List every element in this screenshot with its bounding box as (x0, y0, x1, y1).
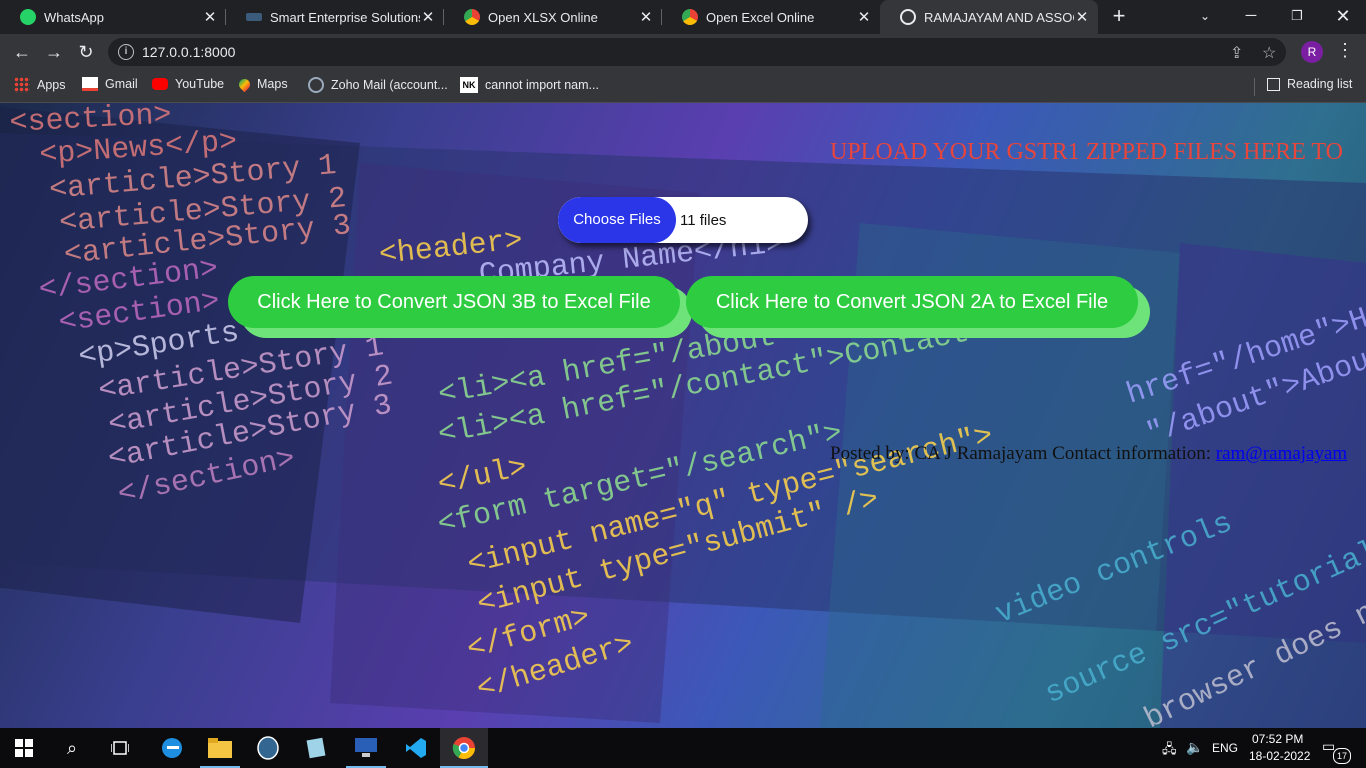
choose-files-button[interactable]: Choose Files (558, 197, 676, 243)
notification-count: 17 (1333, 748, 1351, 764)
edge-icon[interactable] (158, 734, 186, 762)
minimize-button[interactable]: ─ (1228, 0, 1274, 34)
remote-desktop-icon[interactable] (352, 734, 380, 762)
menu-icon[interactable]: ⋮ (1336, 40, 1354, 61)
info-icon[interactable]: i (118, 44, 134, 60)
posted-by-text: Posted by: CA J Ramajayam Contact inform… (830, 443, 1212, 464)
tab-label: Open Excel Online (706, 9, 815, 25)
tab-label: Open XLSX Online (488, 9, 598, 25)
maps-icon (236, 76, 253, 92)
bookmark-youtube[interactable]: YouTube (152, 77, 224, 91)
file-input[interactable]: Choose Files 11 files (558, 197, 808, 243)
chrome-taskbar-icon[interactable] (440, 728, 488, 768)
tab-smart-enterprise[interactable]: Smart Enterprise Solutions - I ✕ (226, 0, 444, 34)
tab-open-excel[interactable]: Open Excel Online ✕ (662, 0, 880, 34)
bookmark-label: Apps (37, 78, 66, 92)
bookmark-label: Maps (257, 77, 288, 91)
clock-time[interactable]: 07:52 PM (1252, 732, 1303, 746)
chrome-icon (464, 9, 480, 25)
bookmark-maps[interactable]: Maps (236, 76, 288, 92)
close-icon[interactable]: ✕ (638, 8, 654, 26)
bookmark-cannot-import[interactable]: NK cannot import nam... (460, 77, 599, 93)
globe-icon (900, 9, 916, 25)
whatsapp-icon (20, 9, 36, 25)
close-window-button[interactable]: ✕ (1320, 0, 1366, 34)
postgres-icon[interactable] (254, 734, 282, 762)
vscode-icon[interactable] (402, 734, 430, 762)
tab-open-xlsx[interactable]: Open XLSX Online ✕ (444, 0, 662, 34)
language-indicator[interactable]: ENG (1212, 741, 1238, 755)
reload-button[interactable]: ↻ (74, 40, 98, 64)
gmail-icon (82, 77, 98, 91)
convert-2a-button[interactable]: Click Here to Convert JSON 2A to Excel F… (686, 276, 1138, 328)
tab-strip: WhatsApp ✕ Smart Enterprise Solutions - … (0, 0, 1366, 34)
forward-button[interactable]: → (42, 40, 66, 64)
apps-grid-icon (14, 77, 30, 93)
windows-icon[interactable] (10, 734, 38, 762)
share-icon[interactable]: ⇪ (1230, 43, 1243, 63)
site-icon (246, 13, 262, 21)
bookmark-label: Gmail (105, 77, 138, 91)
page-content: <section> <p>News</p> <article>Story 1 <… (0, 103, 1366, 728)
bookmark-apps[interactable]: Apps (14, 77, 66, 93)
clock-date[interactable]: 18-02-2022 (1249, 749, 1310, 763)
chrome-icon (682, 9, 698, 25)
back-button[interactable]: ← (10, 40, 34, 64)
profile-avatar[interactable]: R (1301, 41, 1323, 63)
reading-list-icon (1267, 77, 1280, 91)
close-icon[interactable]: ✕ (202, 8, 218, 26)
bookmarks-bar: Apps Gmail YouTube Maps Zoho Mail (accou… (0, 70, 1366, 103)
volume-icon[interactable]: 🔈 (1186, 739, 1203, 756)
convert-3b-button[interactable]: Click Here to Convert JSON 3B to Excel F… (228, 276, 680, 328)
restore-button[interactable]: ❐ (1274, 0, 1320, 34)
close-icon[interactable]: ✕ (1074, 8, 1090, 26)
zoho-icon (308, 77, 324, 93)
file-count: 11 files (680, 211, 727, 229)
tab-search-icon[interactable]: ⌄ (1182, 0, 1228, 34)
contact-email-link[interactable]: ram@ramajayam (1216, 443, 1347, 464)
taskview-icon[interactable] (106, 734, 134, 762)
tab-whatsapp[interactable]: WhatsApp ✕ (0, 0, 226, 34)
bookmark-zoho[interactable]: Zoho Mail (account... (308, 77, 448, 93)
reading-list-label: Reading list (1287, 77, 1353, 91)
close-icon[interactable]: ✕ (856, 8, 872, 26)
folder-icon[interactable] (206, 734, 234, 762)
star-icon[interactable]: ☆ (1262, 43, 1276, 63)
tab-label: RAMAJAYAM AND ASSOCIAT (924, 9, 1074, 25)
bookmark-label: YouTube (175, 77, 225, 91)
bookmark-label: cannot import nam... (485, 78, 599, 92)
url-text[interactable]: 127.0.0.1:8000 (142, 44, 235, 60)
bookmark-label: Zoho Mail (account... (331, 78, 448, 92)
network-icon[interactable]: 🖧 (1162, 740, 1177, 762)
new-tab-button[interactable]: + (1108, 5, 1130, 28)
search-icon[interactable]: ⌕ (58, 734, 86, 762)
notepad-icon[interactable] (302, 734, 330, 762)
posted-by: Posted by: CA J Ramajayam Contact inform… (830, 443, 1347, 465)
tab-ramajayam[interactable]: RAMAJAYAM AND ASSOCIAT ✕ (880, 0, 1098, 34)
youtube-icon (152, 78, 168, 90)
taskbar: ⌕ 🖧 🔈 ENG 07:52 PM 18-02-2022 ▭ 17 (0, 728, 1366, 768)
tab-label: Smart Enterprise Solutions - I (270, 9, 420, 25)
address-bar[interactable]: i 127.0.0.1:8000 ⇪ ☆ (108, 38, 1286, 66)
reading-list[interactable]: Reading list (1267, 77, 1352, 91)
browser-toolbar: ← → ↻ i 127.0.0.1:8000 ⇪ ☆ R ⋮ (0, 34, 1366, 70)
bookmark-gmail[interactable]: Gmail (82, 77, 138, 91)
tab-label: WhatsApp (44, 9, 104, 25)
close-icon[interactable]: ✕ (420, 8, 436, 26)
upload-marquee: UPLOAD YOUR GSTR1 ZIPPED FILES HERE TO (830, 139, 1343, 165)
nk-icon: NK (460, 77, 478, 93)
